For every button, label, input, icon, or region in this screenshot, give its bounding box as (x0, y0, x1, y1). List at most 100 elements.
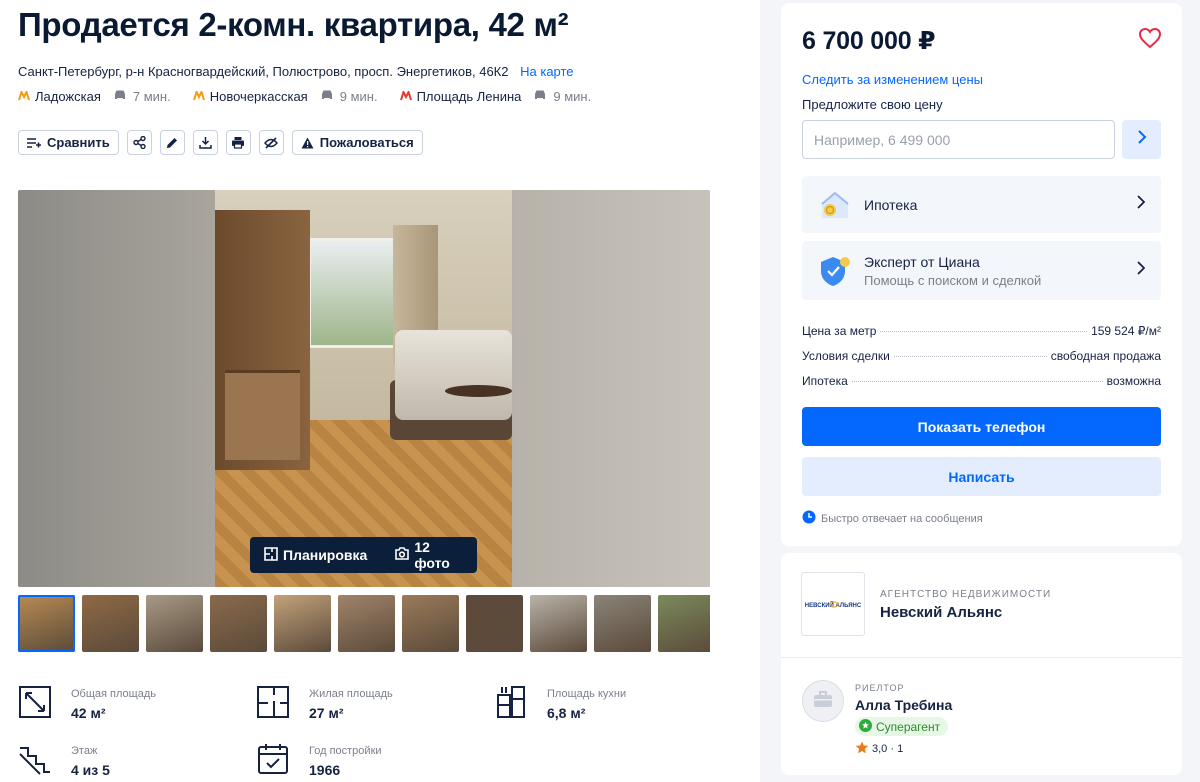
main-photo[interactable] (215, 190, 512, 587)
report-label: Пожаловаться (319, 135, 414, 150)
gallery-controls: Планировка 12 фото (250, 537, 477, 573)
agency-logo-mark: НЕВСКИЙ АЛЬЯНС (805, 597, 861, 611)
metro-item[interactable]: Новочеркасская 9 мин. (192, 89, 378, 104)
agent-card: НЕВСКИЙ АЛЬЯНС АГЕНТСТВО НЕДВИЖИМОСТИ Не… (781, 553, 1182, 775)
gallery-thumbnail[interactable] (82, 595, 139, 652)
fact-value: 159 524 ₽/м² (1091, 324, 1161, 338)
edit-button[interactable] (159, 130, 185, 155)
realtor-name[interactable]: Алла Требина (855, 697, 952, 713)
photos-button[interactable]: 12 фото (381, 537, 477, 573)
metro-item[interactable]: Площадь Ленина 9 мин. (399, 89, 592, 104)
address: Санкт-Петербург, р-н Красногвардейский, … (18, 64, 574, 79)
gallery-thumbnail[interactable] (338, 595, 395, 652)
offer-price-input[interactable] (802, 120, 1115, 159)
param-value: 27 м² (309, 705, 344, 721)
report-button[interactable]: Пожаловаться (291, 130, 423, 155)
shield-expert-icon (816, 252, 854, 290)
gallery-thumbnail[interactable] (274, 595, 331, 652)
rating[interactable]: 3,0 · 1 (855, 741, 903, 757)
favorite-heart-icon[interactable] (1138, 27, 1162, 54)
star-badge-icon (859, 718, 876, 735)
dotted-leader (851, 381, 1103, 382)
compare-button[interactable]: Сравнить (18, 130, 119, 155)
param-label: Общая площадь (71, 688, 156, 700)
photo-table (445, 385, 512, 397)
offer-submit-button[interactable] (1122, 120, 1161, 159)
chevron-right-icon (1137, 261, 1146, 280)
compare-icon (27, 137, 41, 149)
metro-icon (399, 89, 412, 104)
gallery-thumbnail[interactable] (466, 595, 523, 652)
fast-reply-note: Быстро отвечает на сообщения (802, 510, 983, 527)
param-kitchen-area: Площадь кухни 6,8 м² (494, 685, 626, 721)
write-button[interactable]: Написать (802, 457, 1161, 496)
param-value: 42 м² (71, 705, 106, 721)
param-value: 1966 (309, 762, 341, 778)
edit-icon (166, 137, 178, 149)
agency-name[interactable]: Невский Альянс (880, 604, 1002, 621)
gallery-thumbnail[interactable] (18, 595, 75, 652)
calendar-icon (256, 742, 290, 776)
layout-button[interactable]: Планировка (250, 537, 381, 573)
metro-time: 9 мин. (339, 89, 378, 104)
address-text[interactable]: Санкт-Петербург, р-н Красногвардейский, … (18, 64, 508, 79)
fact-row: Ипотека возможна (802, 374, 1161, 388)
floorplan-icon (264, 546, 283, 564)
metro-item[interactable]: Ладожская 7 мин. (18, 89, 171, 104)
param-total-area: Общая площадь 42 м² (18, 685, 156, 721)
house-coin-icon (816, 186, 854, 224)
offer-label: Предложите свою цену (802, 97, 943, 112)
expert-title: Эксперт от Циана (864, 253, 980, 270)
chevron-right-icon (1137, 195, 1146, 214)
photo-window (308, 238, 398, 348)
camera-icon (395, 547, 414, 563)
download-button[interactable] (192, 130, 218, 155)
agency-logo[interactable]: НЕВСКИЙ АЛЬЯНС (801, 572, 865, 636)
photo-gallery[interactable]: Планировка 12 фото (18, 190, 710, 587)
car-icon (533, 89, 547, 104)
fast-reply-text: Быстро отвечает на сообщения (821, 512, 983, 525)
expert-subtitle: Помощь с поиском и сделкой (864, 272, 1042, 288)
metro-icon (18, 89, 30, 104)
stairs-icon (18, 742, 52, 776)
expert-card[interactable]: Эксперт от Циана Помощь с поиском и сдел… (802, 241, 1161, 300)
print-button[interactable] (225, 130, 251, 155)
gallery-thumbnail[interactable] (146, 595, 203, 652)
param-floor: Этаж 4 из 5 (18, 742, 110, 778)
metro-time: 9 мин. (553, 89, 592, 104)
clock-icon (802, 510, 821, 527)
agency-kind: АГЕНТСТВО НЕДВИЖИМОСТИ (880, 589, 1052, 600)
share-button[interactable] (126, 130, 152, 155)
hide-button[interactable] (258, 130, 284, 155)
thumbnail-strip (18, 595, 710, 652)
gallery-thumbnail[interactable] (658, 595, 710, 652)
param-label: Год постройки (309, 745, 382, 757)
price: 6 700 000 ₽ (802, 27, 936, 55)
watch-price-link[interactable]: Следить за изменением цены (802, 72, 983, 87)
gallery-thumbnail[interactable] (210, 595, 267, 652)
dotted-leader (893, 356, 1047, 357)
fact-value: возможна (1106, 374, 1161, 388)
photos-label: 12 фото (414, 539, 450, 571)
param-living-area: Жилая площадь 27 м² (256, 685, 393, 721)
mortgage-card[interactable]: Ипотека (802, 176, 1161, 233)
superagent-badge: Суперагент (855, 717, 949, 736)
avatar[interactable] (802, 680, 844, 722)
param-label: Площадь кухни (547, 688, 627, 700)
mortgage-title: Ипотека (864, 196, 918, 213)
page-title: Продается 2-комн. квартира, 42 м² (18, 6, 569, 43)
fact-value: свободная продажа (1050, 349, 1161, 363)
gallery-thumbnail[interactable] (402, 595, 459, 652)
print-icon (231, 136, 245, 149)
metro-list: Ладожская 7 мин. Новочеркасская 9 мин. П… (18, 89, 613, 104)
chevron-right-icon (1137, 130, 1147, 149)
show-phone-button[interactable]: Показать телефон (802, 407, 1161, 446)
gallery-thumbnail[interactable] (594, 595, 651, 652)
expert-text: Эксперт от Циана Помощь с поиском и сдел… (864, 254, 1041, 288)
map-link[interactable]: На карте (520, 64, 573, 79)
metro-name: Ладожская (35, 89, 101, 104)
photo-sofa (395, 330, 512, 420)
compare-label: Сравнить (47, 135, 110, 150)
gallery-thumbnail[interactable] (530, 595, 587, 652)
fact-row: Условия сделки свободная продажа (802, 349, 1161, 363)
